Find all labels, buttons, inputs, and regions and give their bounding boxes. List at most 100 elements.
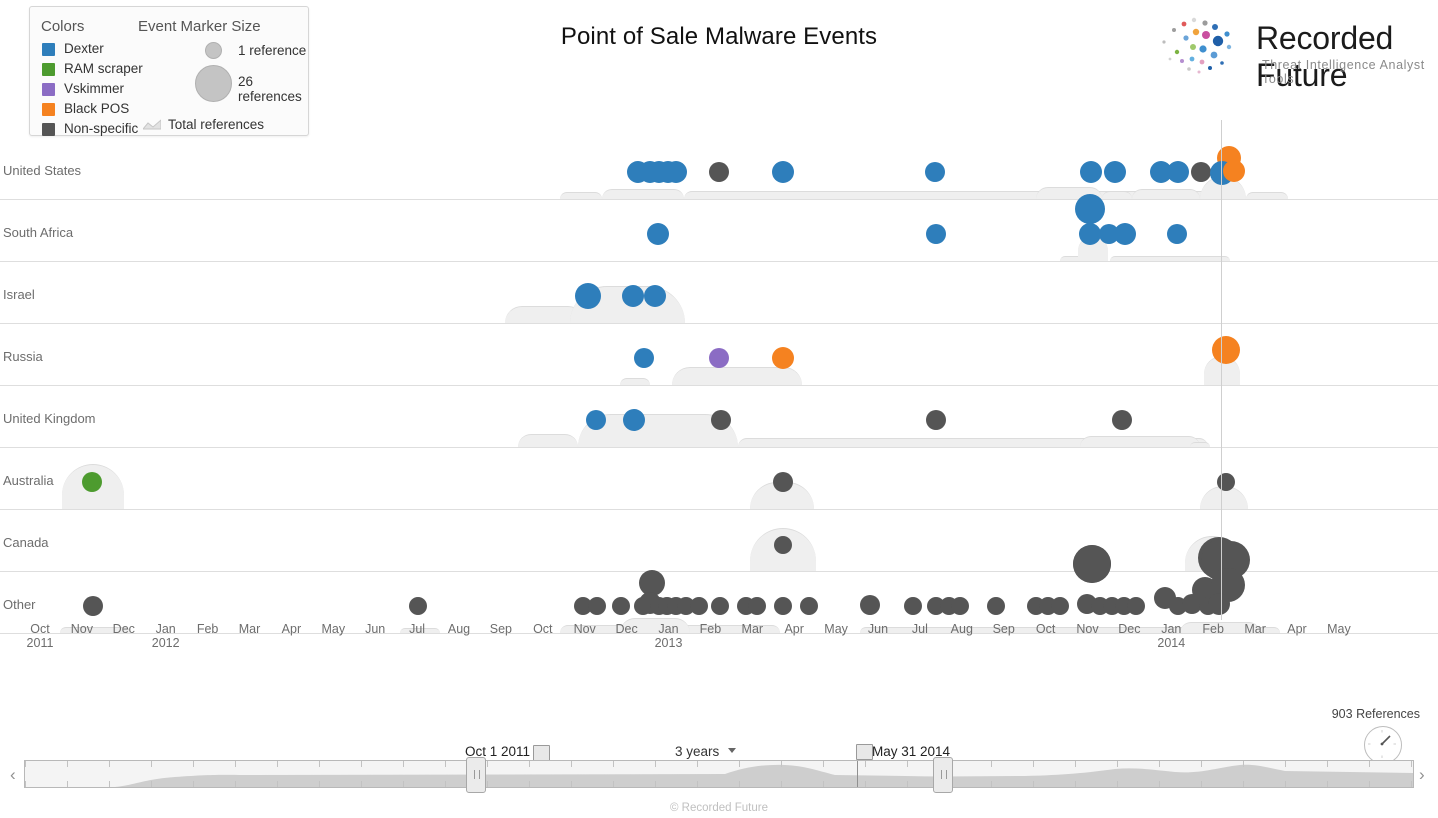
axis-tick-month: May (824, 622, 848, 636)
event-marker[interactable] (409, 597, 427, 615)
event-marker[interactable] (774, 536, 792, 554)
chevron-down-icon[interactable] (728, 748, 736, 753)
event-marker[interactable] (904, 597, 922, 615)
axis-tick-year: 2014 (1157, 636, 1186, 650)
event-marker[interactable] (1212, 336, 1240, 364)
density-hill (1102, 191, 1132, 199)
event-marker[interactable] (711, 597, 729, 615)
event-marker[interactable] (1051, 597, 1069, 615)
row-label: Canada (3, 535, 49, 550)
event-marker[interactable] (773, 472, 793, 492)
event-marker[interactable] (987, 597, 1005, 615)
axis-tick: Oct (1023, 622, 1069, 636)
axis-tick-month: Aug (950, 622, 973, 636)
density-hill (1132, 189, 1200, 199)
event-marker[interactable] (1079, 223, 1101, 245)
calendar-icon-end[interactable] (856, 744, 873, 760)
event-marker[interactable] (951, 597, 969, 615)
event-marker[interactable] (1075, 194, 1105, 224)
axis-tick: Jan 2012 (143, 622, 189, 650)
calendar-icon-start[interactable] (533, 745, 550, 761)
event-marker[interactable] (709, 162, 729, 182)
event-marker[interactable] (772, 347, 794, 369)
event-marker[interactable] (1208, 593, 1230, 615)
total-references-icon (141, 117, 162, 130)
density-hill (518, 434, 578, 447)
density-hill (1080, 436, 1200, 447)
event-marker[interactable] (1167, 224, 1187, 244)
timeline-selection-edge (857, 761, 858, 787)
event-marker[interactable] (1127, 597, 1145, 615)
event-marker[interactable] (926, 224, 946, 244)
timeline-range-slider[interactable] (24, 757, 1414, 793)
axis-tick-month: Jan (155, 622, 176, 636)
event-marker[interactable] (1114, 223, 1136, 245)
axis-tick-month: Oct (533, 622, 553, 636)
timeline-tick (151, 781, 152, 787)
event-marker[interactable] (709, 348, 729, 368)
event-marker[interactable] (772, 161, 794, 183)
density-hill (560, 192, 602, 199)
footer-copyright: © Recorded Future (670, 802, 768, 814)
legend-item-label: Vskimmer (64, 81, 124, 96)
event-marker[interactable] (623, 409, 645, 431)
gauge-icon[interactable] (1364, 726, 1402, 764)
event-marker[interactable] (1217, 473, 1235, 491)
event-marker[interactable] (634, 348, 654, 368)
event-marker[interactable] (1073, 545, 1111, 583)
timeline-tick (1117, 781, 1118, 787)
event-marker[interactable] (588, 597, 606, 615)
event-marker[interactable] (644, 285, 666, 307)
axis-tick: Mar (729, 622, 775, 636)
axis-tick: Dec (1106, 622, 1152, 636)
timeline-tick (403, 781, 404, 787)
axis-tick: Jun (352, 622, 398, 636)
event-marker[interactable] (1223, 160, 1245, 182)
timeline-next-button[interactable]: › (1419, 765, 1425, 785)
event-marker[interactable] (1080, 161, 1102, 183)
event-marker[interactable] (711, 410, 731, 430)
axis-tick: Dec (604, 622, 650, 636)
axis-tick-month: Dec (112, 622, 135, 636)
axis-tick: Mar (1232, 622, 1278, 636)
axis-tick: Nov (562, 622, 608, 636)
timeline-tick (487, 781, 488, 787)
event-marker[interactable] (612, 597, 630, 615)
event-marker[interactable] (800, 597, 818, 615)
duration-selector-label[interactable]: 3 years (675, 744, 719, 759)
density-hill (620, 378, 650, 385)
event-marker[interactable] (1191, 162, 1211, 182)
timeline-tick (655, 781, 656, 787)
event-marker[interactable] (622, 285, 644, 307)
axis-tick-month: Jun (365, 622, 386, 636)
axis-tick: Jul (897, 622, 943, 636)
event-marker[interactable] (1104, 161, 1126, 183)
x-axis: Oct 2011 Nov Dec Jan 2012 Feb Mar Apr May Jun Jul Au… (0, 620, 1438, 665)
event-marker[interactable] (926, 410, 946, 430)
axis-tick: May (813, 622, 859, 636)
axis-tick-month: Feb (1202, 622, 1224, 636)
row-label: United Kingdom (3, 411, 96, 426)
axis-tick: Aug (436, 622, 482, 636)
timeline-handle-left[interactable] (466, 757, 486, 793)
event-marker[interactable] (1112, 410, 1132, 430)
event-marker[interactable] (1167, 161, 1189, 183)
event-marker[interactable] (925, 162, 945, 182)
timeline-tick (529, 781, 530, 787)
event-marker[interactable] (748, 597, 766, 615)
event-marker[interactable] (774, 597, 792, 615)
timeline-tick (1411, 781, 1412, 787)
event-marker[interactable] (647, 223, 669, 245)
event-marker[interactable] (690, 597, 708, 615)
event-marker[interactable] (860, 595, 880, 615)
timeline-tick (67, 781, 68, 787)
event-marker[interactable] (586, 410, 606, 430)
event-marker[interactable] (665, 161, 687, 183)
timeline-handle-right[interactable] (933, 757, 953, 793)
event-marker[interactable] (82, 472, 102, 492)
timeline-prev-button[interactable]: ‹ (10, 765, 16, 785)
chart-row-israel: Israel (0, 262, 1438, 324)
timeline-tick (1033, 781, 1034, 787)
event-marker[interactable] (575, 283, 601, 309)
event-marker[interactable] (83, 596, 103, 616)
